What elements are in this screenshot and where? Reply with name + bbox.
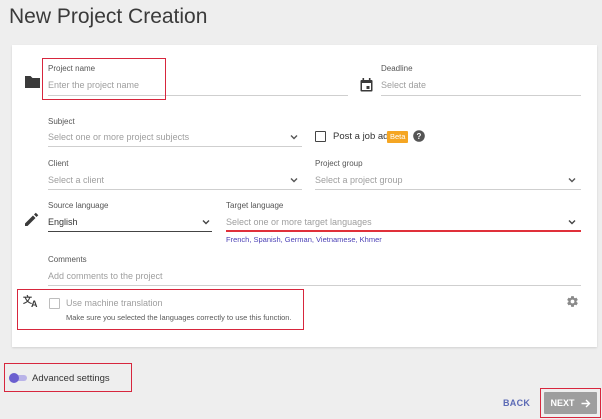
highlight-advanced-settings xyxy=(4,363,132,392)
client-select[interactable]: Select a client xyxy=(48,175,104,185)
chevron-down-icon[interactable] xyxy=(290,133,298,141)
source-language-underline xyxy=(48,231,212,232)
project-group-select[interactable]: Select a project group xyxy=(315,175,403,185)
chevron-down-icon[interactable] xyxy=(568,176,576,184)
client-label: Client xyxy=(48,159,69,168)
target-language-label: Target language xyxy=(226,201,284,210)
subject-select[interactable]: Select one or more project subjects xyxy=(48,132,189,142)
pencil-icon xyxy=(25,212,39,226)
chevron-down-icon[interactable] xyxy=(568,218,576,226)
help-icon[interactable]: ? xyxy=(413,130,425,142)
deadline-label: Deadline xyxy=(381,64,413,73)
target-language-underline xyxy=(226,230,581,232)
project-form-card: Project name Enter the project name Dead… xyxy=(12,45,597,347)
comments-underline xyxy=(48,285,581,286)
deadline-underline xyxy=(381,95,581,96)
chevron-down-icon[interactable] xyxy=(202,218,210,226)
target-language-suggestions[interactable]: French, Spanish, German, Vietnamese, Khm… xyxy=(226,235,382,244)
highlight-next-button xyxy=(540,388,601,418)
project-group-underline xyxy=(315,189,581,190)
job-ad-checkbox[interactable] xyxy=(315,131,326,142)
calendar-icon[interactable] xyxy=(360,78,373,92)
job-ad-label: Post a job ad xyxy=(333,131,389,142)
folder-icon xyxy=(25,76,40,88)
svg-text:?: ? xyxy=(417,132,422,141)
beta-badge: Beta xyxy=(387,131,409,143)
back-button[interactable]: BACK xyxy=(503,398,530,408)
gear-icon[interactable] xyxy=(566,295,579,308)
highlight-project-name xyxy=(42,58,166,100)
deadline-input[interactable]: Select date xyxy=(381,80,426,90)
chevron-down-icon[interactable] xyxy=(290,176,298,184)
source-language-select[interactable]: English xyxy=(48,217,78,227)
project-group-label: Project group xyxy=(315,159,363,168)
highlight-machine-translation xyxy=(17,289,304,330)
subject-underline xyxy=(48,146,302,147)
client-underline xyxy=(48,189,302,190)
source-language-label: Source language xyxy=(48,201,109,210)
subject-label: Subject xyxy=(48,117,75,126)
comments-input[interactable]: Add comments to the project xyxy=(48,271,163,281)
comments-label: Comments xyxy=(48,255,87,264)
page-title: New Project Creation xyxy=(9,5,208,28)
target-language-select[interactable]: Select one or more target languages xyxy=(226,217,372,227)
